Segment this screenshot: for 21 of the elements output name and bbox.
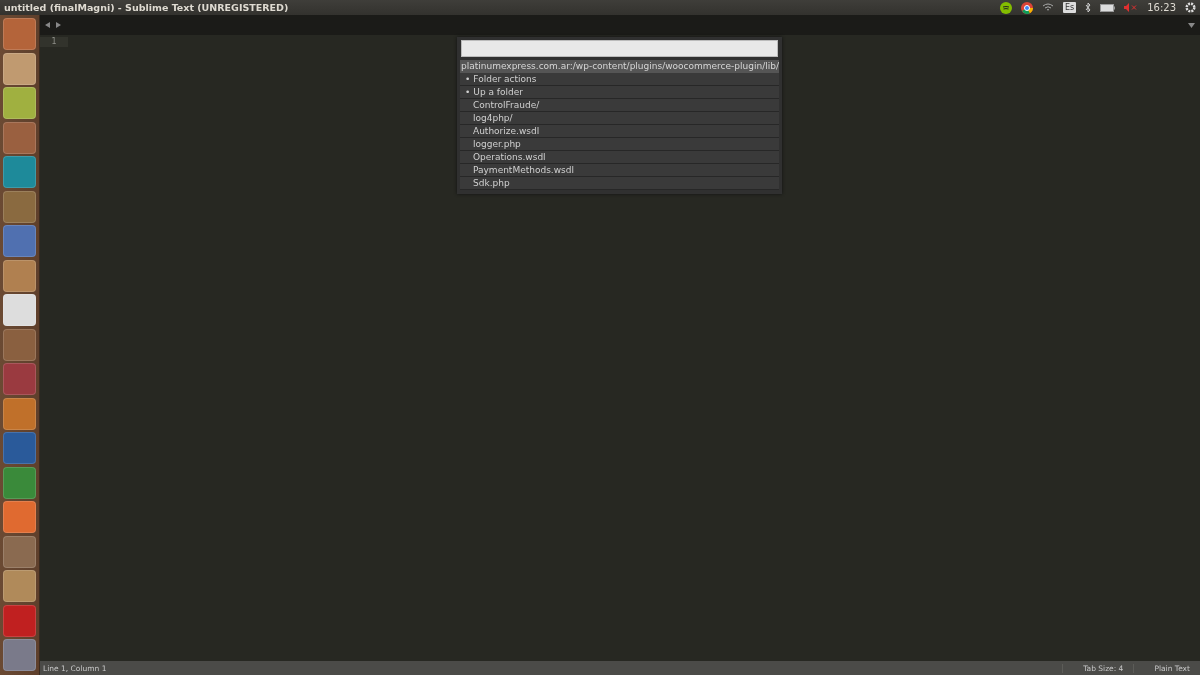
line-number: 1 — [40, 37, 68, 47]
file-item[interactable]: PaymentMethods.wsdl — [460, 164, 779, 177]
battery-icon[interactable] — [1100, 3, 1116, 12]
file-item[interactable]: Authorize.wsdl — [460, 125, 779, 138]
current-path: platinumexpress.com.ar:/wp-content/plugins/woocommerce-plugin/lib/ — [460, 60, 779, 73]
action-item[interactable]: • Up a folder — [460, 86, 779, 99]
keyboard-layout-indicator[interactable]: Es — [1062, 2, 1077, 13]
speaker-muted-icon[interactable] — [1124, 3, 1139, 12]
wifi-icon[interactable] — [1041, 3, 1054, 12]
search-field[interactable] — [461, 40, 778, 57]
window-title: untitled (finalMagni) - Sublime Text (UNREGISTERED) — [4, 2, 290, 13]
file-item[interactable]: Sdk.php — [460, 177, 779, 190]
file-item[interactable]: Operations.wsdl — [460, 151, 779, 164]
file-item[interactable]: ControlFraude/ — [460, 99, 779, 112]
tab-scroll-arrows-icon[interactable] — [45, 22, 61, 28]
bluetooth-icon[interactable] — [1085, 2, 1092, 13]
clock[interactable]: 16:23 — [1147, 2, 1176, 13]
file-item[interactable]: log4php/ — [460, 112, 779, 125]
action-item[interactable]: • Folder actions — [460, 73, 779, 86]
dropdown-triangle-icon[interactable] — [1188, 22, 1195, 28]
file-item[interactable]: logger.php — [460, 138, 779, 151]
